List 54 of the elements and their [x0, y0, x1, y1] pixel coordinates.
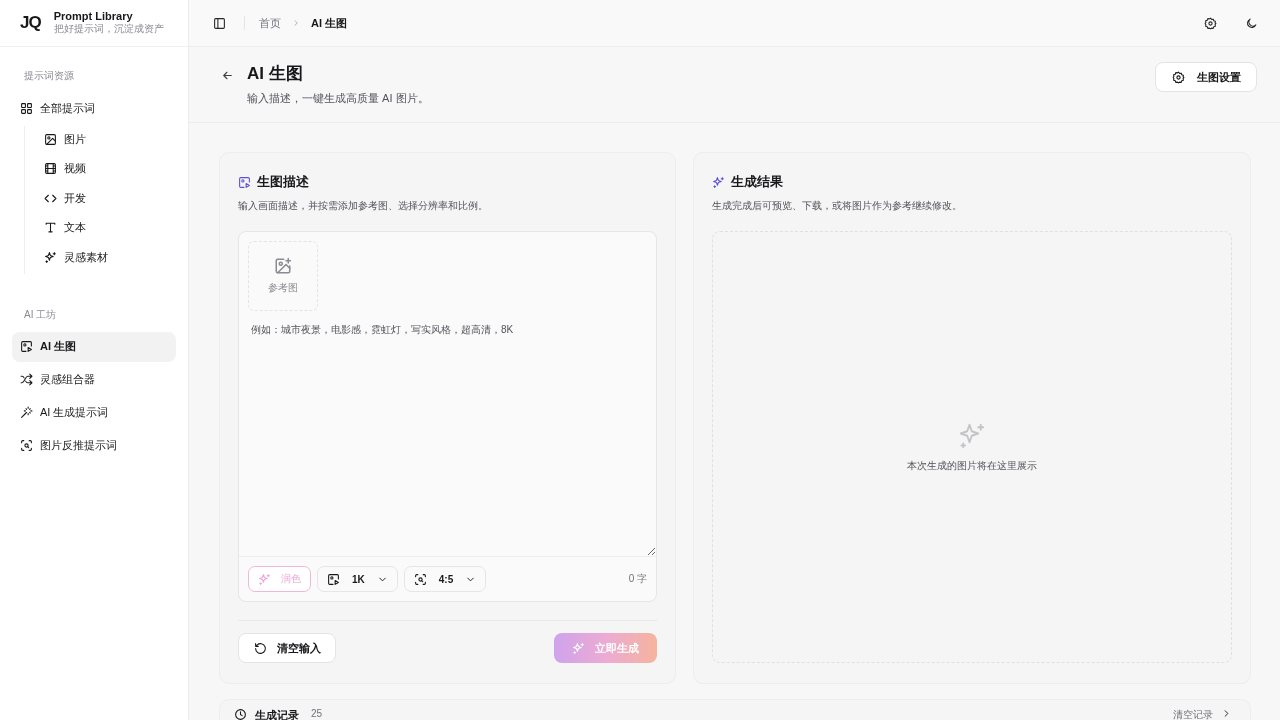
- sidebar-item[interactable]: 视频: [36, 155, 176, 182]
- resolution-select[interactable]: 1K: [317, 566, 398, 592]
- settings-button[interactable]: 生图设置: [1155, 62, 1257, 92]
- settings-icon: [1172, 70, 1185, 84]
- refresh-icon: [254, 641, 267, 655]
- scan-icon: [413, 572, 427, 586]
- sidebar-item[interactable]: 开发: [36, 185, 176, 211]
- brand-logo: JQ: [20, 13, 41, 33]
- sidebar-item[interactable]: AI 生图: [12, 331, 176, 362]
- brand-name: Prompt Library: [53, 10, 133, 22]
- image-icon: [44, 132, 57, 146]
- grid-icon: [20, 101, 33, 115]
- text-icon: [44, 221, 57, 234]
- sparkles-icon: [957, 421, 987, 451]
- image-play-icon: [238, 175, 251, 189]
- sidebar-item[interactable]: 灵感素材: [36, 244, 176, 270]
- panel-subtitle: 输入画面描述，并按需添加参考图、选择分辨率和比例。: [238, 199, 489, 213]
- page-title: AI 生图: [247, 63, 304, 85]
- panel-title: 生成结果: [731, 173, 783, 191]
- sidebar-item[interactable]: 文本: [36, 214, 176, 241]
- empty-state-text: 本次生成的图片将在这里展示: [907, 459, 1037, 473]
- section-heading: AI 工坊: [23, 307, 58, 322]
- sparkles-icon: [44, 250, 57, 264]
- shuffle-icon: [20, 373, 33, 386]
- film-icon: [44, 162, 57, 175]
- sidebar-item[interactable]: 图片反推提示词: [12, 430, 176, 461]
- sparkles-icon: [572, 641, 585, 655]
- page-subtitle: 输入描述，一键生成高质量 AI 图片。: [247, 91, 429, 106]
- sidebar-item[interactable]: 全部提示词: [12, 93, 176, 123]
- sidebar-item[interactable]: 灵感组合器: [12, 364, 176, 395]
- sidebar-item[interactable]: AI 生成提示词: [12, 397, 176, 428]
- history-count: 25: [311, 708, 323, 719]
- image-play-icon: [20, 340, 33, 353]
- image-play-icon: [327, 572, 340, 586]
- clock-icon: [234, 708, 247, 720]
- reference-image-upload[interactable]: 参考图: [248, 241, 318, 311]
- panel-subtitle: 生成完成后可预览、下载，或将图片作为参考继续修改。: [712, 199, 963, 213]
- sidebar-item[interactable]: 图片: [36, 126, 176, 152]
- scan-icon: [20, 439, 33, 452]
- back-arrow-icon[interactable]: [221, 69, 234, 82]
- clear-history-link[interactable]: 清空记录: [1173, 708, 1213, 720]
- ratio-select[interactable]: 4:5: [403, 566, 487, 592]
- sparkles-icon: [712, 175, 725, 189]
- section-heading: 提示词资源: [23, 69, 75, 83]
- brand-tagline: 把好提示词，沉淀成资产: [53, 23, 164, 36]
- clear-input-button[interactable]: 清空输入: [238, 633, 336, 663]
- image-plus-icon: [274, 257, 292, 275]
- breadcrumb-link[interactable]: 首页: [259, 15, 281, 31]
- panel-title: 生图描述: [257, 173, 309, 191]
- character-count: 0 字: [628, 572, 647, 586]
- sparkles-icon: [258, 572, 271, 586]
- wand-icon: [20, 406, 33, 419]
- reference-label: 参考图: [268, 281, 298, 295]
- history-title: 生成记录: [255, 708, 299, 720]
